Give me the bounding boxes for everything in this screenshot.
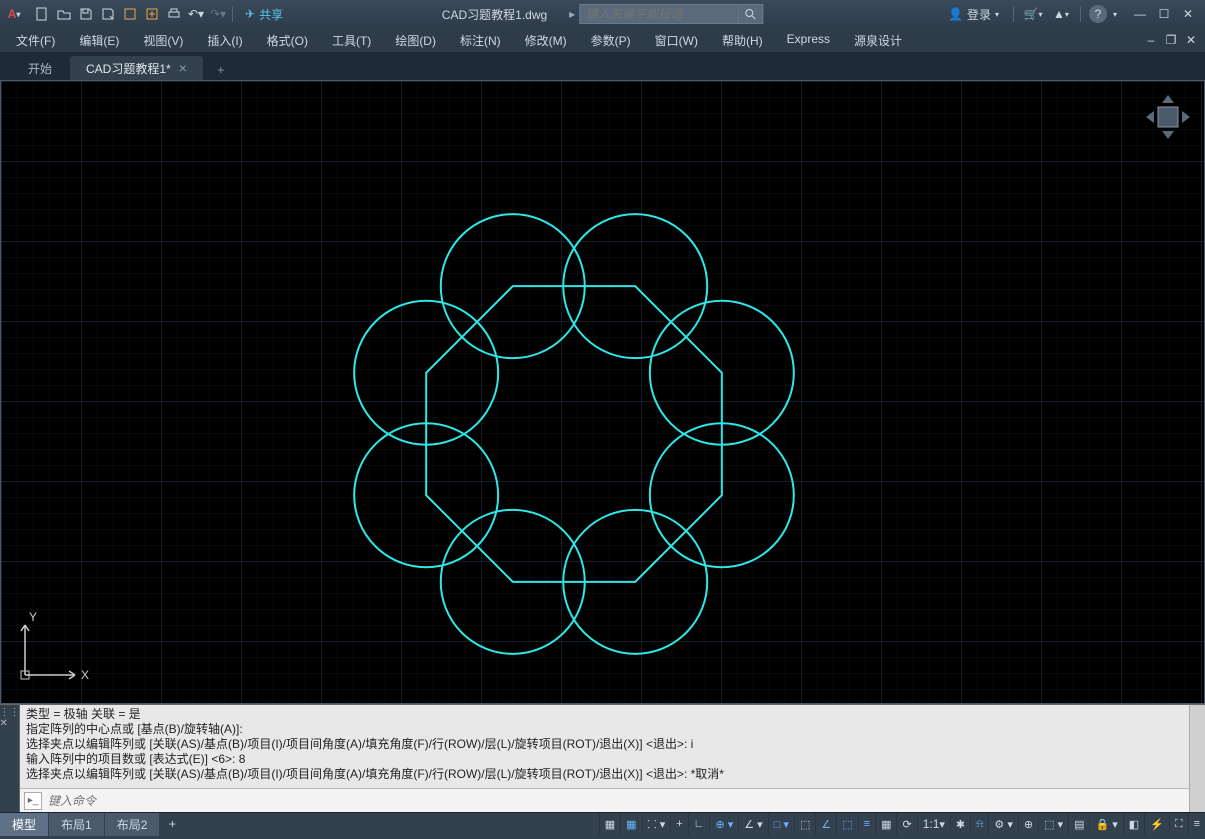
layout-tab[interactable]: 布局2	[105, 813, 160, 836]
command-handle[interactable]: ⋮⋮✕	[0, 705, 20, 812]
cart-icon[interactable]: 🛒▾	[1022, 4, 1044, 24]
menu-Express[interactable]: Express	[775, 29, 842, 52]
selection-cycling-toggle[interactable]: ⟳	[896, 813, 916, 835]
menu-帮助(H)[interactable]: 帮助(H)	[710, 29, 775, 52]
dynamic-input-toggle[interactable]: ⬚	[836, 813, 857, 835]
minimize-button[interactable]: —	[1129, 4, 1151, 24]
saveas-icon[interactable]	[98, 4, 118, 24]
lineweight-toggle[interactable]: ≡	[858, 813, 875, 835]
layout-add-button[interactable]: +	[160, 817, 184, 831]
customize-button[interactable]: ≡	[1188, 813, 1205, 835]
app-store-icon[interactable]: ▲▾	[1050, 4, 1072, 24]
search-input[interactable]	[579, 4, 739, 24]
app-logo[interactable]: A▾	[0, 0, 28, 28]
menu-工具(T)[interactable]: 工具(T)	[320, 29, 383, 52]
command-input-row: ▸_	[20, 788, 1189, 812]
menu-参数(P)[interactable]: 参数(P)	[579, 29, 643, 52]
document-tab[interactable]: 开始	[12, 56, 68, 80]
menu-插入(I)[interactable]: 插入(I)	[195, 29, 254, 52]
search-bar: ▸	[565, 4, 763, 24]
transparency-toggle[interactable]: ▦	[875, 813, 896, 835]
document-title: CAD习题教程1.dwg	[442, 6, 547, 23]
menu-编辑(E)[interactable]: 编辑(E)	[67, 29, 131, 52]
command-scrollbar[interactable]	[1189, 705, 1205, 812]
clean-screen-toggle[interactable]: ⛶	[1169, 813, 1188, 835]
save-icon[interactable]	[76, 4, 96, 24]
redo-icon[interactable]: ↷▾	[208, 4, 228, 24]
titlebar: A▾ ↶▾ ↷▾ ✈ 共享 CAD习题教程1.dwg ▸ 👤 登录 ▾ 🛒▾	[0, 0, 1205, 28]
hardware-accel-toggle[interactable]: ⚡	[1144, 813, 1169, 835]
menu-标注(N)[interactable]: 标注(N)	[448, 29, 513, 52]
paper-plane-icon: ✈	[245, 7, 255, 21]
status-bar: 模型布局1布局2 + ▦ ▦ ⸬ ▾ + ∟ ⊕ ▾ ∠ ▾ □ ▾ ⬚ ∠ ⬚…	[0, 812, 1205, 835]
document-tab[interactable]: CAD习题教程1*×	[70, 56, 203, 80]
quick-properties-toggle[interactable]: ▤	[1068, 813, 1089, 835]
model-space-toggle[interactable]: ▦	[599, 813, 620, 835]
tab-close-icon[interactable]: ×	[179, 60, 187, 76]
3dosnap-toggle[interactable]: ⬚	[794, 813, 815, 835]
units-toggle[interactable]: ⬚ ▾	[1038, 813, 1068, 835]
lock-ui-toggle[interactable]: 🔒 ▾	[1089, 813, 1122, 835]
menu-文件(F)[interactable]: 文件(F)	[4, 29, 67, 52]
close-button[interactable]: ✕	[1177, 4, 1199, 24]
ortho-toggle[interactable]: ∟	[688, 813, 710, 835]
menu-视图(V)[interactable]: 视图(V)	[131, 29, 195, 52]
osnap-toggle[interactable]: □ ▾	[768, 813, 794, 835]
viewcube[interactable]	[1140, 89, 1196, 145]
help-icon[interactable]: ?	[1089, 5, 1107, 23]
user-icon: 👤	[948, 7, 963, 21]
command-input[interactable]	[48, 794, 1185, 808]
infer-constraints-toggle[interactable]: +	[670, 813, 687, 835]
isodraft-toggle[interactable]: ∠ ▾	[738, 813, 767, 835]
share-button[interactable]: ✈ 共享	[237, 6, 291, 23]
open-icon[interactable]	[54, 4, 74, 24]
annotation-monitor-toggle[interactable]: ⊕	[1018, 813, 1038, 835]
grid-toggle[interactable]: ▦	[620, 813, 641, 835]
doc-restore-button[interactable]: ❐	[1161, 30, 1181, 50]
command-prompt-icon[interactable]: ▸_	[24, 792, 42, 810]
print-icon[interactable]	[164, 4, 184, 24]
snap-toggle[interactable]: ⸬ ▾	[642, 813, 671, 835]
autoscale-toggle[interactable]: ⍾	[970, 813, 988, 835]
document-tabs: 开始CAD习题教程1*× +	[0, 52, 1205, 80]
cloud-open-icon[interactable]	[120, 4, 140, 24]
annotation-scale[interactable]: 1:1 ▾	[917, 813, 950, 835]
drawing-entities	[1, 81, 1204, 703]
menu-源泉设计[interactable]: 源泉设计	[842, 29, 914, 52]
quick-access-toolbar: ↶▾ ↷▾ ✈ 共享	[28, 4, 295, 24]
layout-tab[interactable]: 模型	[0, 813, 48, 836]
status-toggles: ▦ ▦ ⸬ ▾ + ∟ ⊕ ▾ ∠ ▾ □ ▾ ⬚ ∠ ⬚ ≡ ▦ ⟳ 1:1 …	[599, 813, 1205, 835]
cloud-save-icon[interactable]	[142, 4, 162, 24]
menu-绘图(D)[interactable]: 绘图(D)	[383, 29, 448, 52]
command-window: ⋮⋮✕ 类型 = 极轴 关联 = 是指定阵列的中心点或 [基点(B)/旋转轴(A…	[0, 704, 1205, 812]
new-icon[interactable]	[32, 4, 52, 24]
drawing-canvas[interactable]: X Y	[0, 80, 1205, 704]
doc-minimize-button[interactable]: –	[1141, 30, 1161, 50]
menu-格式(O)[interactable]: 格式(O)	[255, 29, 320, 52]
search-button[interactable]	[739, 4, 763, 24]
menu-修改(M)[interactable]: 修改(M)	[513, 29, 579, 52]
annotation-visibility-toggle[interactable]: ✱	[950, 813, 970, 835]
command-history[interactable]: 类型 = 极轴 关联 = 是指定阵列的中心点或 [基点(B)/旋转轴(A)]:选…	[20, 705, 1189, 788]
doc-close-button[interactable]: ✕	[1181, 30, 1201, 50]
maximize-button[interactable]: ☐	[1153, 4, 1175, 24]
menubar: 文件(F)编辑(E)视图(V)插入(I)格式(O)工具(T)绘图(D)标注(N)…	[0, 28, 1205, 52]
polar-toggle[interactable]: ⊕ ▾	[709, 813, 738, 835]
isolate-toggle[interactable]: ◧	[1123, 813, 1144, 835]
undo-icon[interactable]: ↶▾	[186, 4, 206, 24]
otrack-toggle[interactable]: ∠	[815, 813, 836, 835]
layout-tab[interactable]: 布局1	[49, 813, 104, 836]
workspace-switch[interactable]: ⚙ ▾	[988, 813, 1017, 835]
login-button[interactable]: 👤 登录 ▾	[942, 6, 1005, 23]
menu-窗口(W)[interactable]: 窗口(W)	[643, 29, 710, 52]
tab-add-button[interactable]: +	[209, 60, 233, 80]
search-arrow-icon: ▸	[565, 7, 579, 21]
